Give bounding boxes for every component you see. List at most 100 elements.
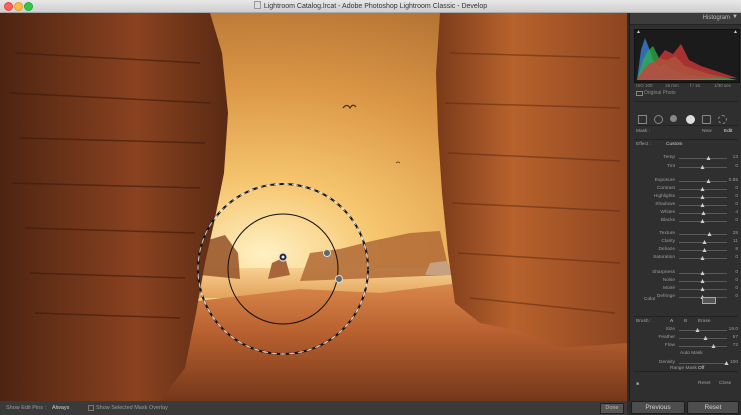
slider-whites[interactable]: Whites 4: [630, 209, 741, 217]
brush-a-button[interactable]: A: [670, 319, 673, 324]
feather-value[interactable]: 57: [733, 335, 738, 340]
show-overlay-checkbox[interactable]: [88, 405, 94, 411]
slider-value[interactable]: 0: [735, 186, 738, 191]
feather-slider[interactable]: Feather 57: [630, 334, 741, 342]
slider-value[interactable]: 0: [735, 270, 738, 275]
slider-thumb[interactable]: [702, 240, 707, 244]
slider-value[interactable]: 0: [735, 278, 738, 283]
slider-value[interactable]: 0: [735, 202, 738, 207]
slider-value[interactable]: 0: [735, 255, 738, 260]
graduated-filter-tool-icon[interactable]: [702, 115, 711, 124]
slider-moir[interactable]: Moiré 0: [630, 285, 741, 293]
original-photo-checkbox[interactable]: [636, 91, 643, 96]
flow-value[interactable]: 72: [733, 343, 738, 348]
slider-exposure[interactable]: Exposure 0.85: [630, 177, 741, 185]
red-eye-tool-icon[interactable]: [670, 115, 677, 122]
slider-track[interactable]: [679, 195, 727, 199]
adjustment-brush-tool-icon[interactable]: [686, 115, 695, 124]
size-slider[interactable]: Size 19.0: [630, 326, 741, 334]
slider-saturation[interactable]: Saturation 0: [630, 254, 741, 262]
range-mask-dropdown[interactable]: Off: [698, 366, 704, 371]
mask-pin-icon[interactable]: [323, 249, 331, 257]
density-value[interactable]: 100: [730, 360, 738, 365]
photo-canvas[interactable]: [0, 13, 627, 401]
slider-value[interactable]: 0: [735, 164, 738, 169]
color-swatch[interactable]: [702, 297, 716, 304]
size-value[interactable]: 19.0: [729, 327, 738, 332]
slider-value[interactable]: 11: [733, 239, 738, 244]
slider-temp[interactable]: Temp 13: [630, 154, 741, 162]
slider-clarity[interactable]: Clarity 11: [630, 238, 741, 246]
density-thumb[interactable]: [724, 361, 729, 365]
slider-track[interactable]: [679, 187, 727, 191]
mask-new-button[interactable]: New: [702, 129, 712, 134]
slider-track[interactable]: [679, 211, 727, 215]
slider-value[interactable]: 8: [735, 247, 738, 252]
flow-slider[interactable]: Flow 72: [630, 342, 741, 350]
slider-track[interactable]: [679, 219, 727, 223]
slider-thumb[interactable]: [700, 271, 705, 275]
slider-track[interactable]: [679, 279, 727, 283]
brush-erase-button[interactable]: Erase: [698, 319, 711, 324]
slider-thumb[interactable]: [706, 156, 711, 160]
slider-sharpness[interactable]: Sharpness 0: [630, 269, 741, 277]
slider-value[interactable]: 4: [735, 210, 738, 215]
brush-b-button[interactable]: B: [684, 319, 687, 324]
slider-value[interactable]: 0: [735, 294, 738, 299]
slider-track[interactable]: [679, 156, 727, 160]
collapse-triangle-icon[interactable]: ▼: [732, 14, 738, 20]
radial-filter-tool-icon[interactable]: [718, 115, 727, 124]
slider-track[interactable]: [679, 256, 727, 260]
show-edit-pins-dropdown[interactable]: Always: [52, 405, 69, 411]
slider-thumb[interactable]: [702, 248, 707, 252]
slider-track[interactable]: [679, 179, 727, 183]
done-button[interactable]: Done: [600, 403, 624, 414]
effect-dropdown[interactable]: Custom: [666, 142, 683, 147]
slider-contrast[interactable]: Contrast 0: [630, 185, 741, 193]
highlight-clipping-icon[interactable]: ▲: [733, 29, 738, 35]
panel-close-button[interactable]: Close: [719, 381, 731, 386]
slider-track[interactable]: [679, 232, 727, 236]
photo-viewer[interactable]: [0, 13, 627, 401]
crop-tool-icon[interactable]: [638, 115, 647, 124]
slider-value[interactable]: 13: [733, 155, 738, 160]
slider-track[interactable]: [679, 203, 727, 207]
slider-track[interactable]: [679, 248, 727, 252]
mask-pin-icon[interactable]: [335, 275, 343, 283]
auto-mask-checkbox[interactable]: Auto Mask: [680, 351, 703, 356]
slider-thumb[interactable]: [701, 211, 706, 215]
flow-thumb[interactable]: [711, 344, 716, 348]
slider-track[interactable]: [679, 240, 727, 244]
shadow-clipping-icon[interactable]: ▲: [636, 29, 641, 35]
slider-thumb[interactable]: [707, 232, 712, 236]
slider-track[interactable]: [679, 165, 727, 169]
slider-noise[interactable]: Noise 0: [630, 277, 741, 285]
slider-track[interactable]: [679, 287, 727, 291]
slider-thumb[interactable]: [700, 256, 705, 260]
slider-value[interactable]: 28: [733, 231, 738, 236]
slider-dehaze[interactable]: Dehaze 8: [630, 246, 741, 254]
slider-thumb[interactable]: [700, 187, 705, 191]
slider-highlights[interactable]: Highlights 0: [630, 193, 741, 201]
panel-toggle-icon[interactable]: ■: [636, 381, 639, 387]
mask-edit-button[interactable]: Edit: [724, 129, 732, 134]
slider-blacks[interactable]: Blacks 0: [630, 217, 741, 225]
slider-thumb[interactable]: [700, 287, 705, 291]
slider-thumb[interactable]: [700, 279, 705, 283]
slider-texture[interactable]: Texture 28: [630, 230, 741, 238]
slider-thumb[interactable]: [700, 165, 705, 169]
slider-value[interactable]: 0.85: [729, 178, 738, 183]
slider-track[interactable]: [679, 271, 727, 275]
slider-value[interactable]: 0: [735, 286, 738, 291]
slider-thumb[interactable]: [706, 179, 711, 183]
slider-tint[interactable]: Tint 0: [630, 163, 741, 171]
slider-value[interactable]: 0: [735, 194, 738, 199]
slider-thumb[interactable]: [700, 203, 705, 207]
slider-thumb[interactable]: [700, 195, 705, 199]
slider-value[interactable]: 0: [735, 218, 738, 223]
feather-thumb[interactable]: [703, 336, 708, 340]
reset-button[interactable]: Reset: [687, 401, 739, 414]
size-thumb[interactable]: [695, 328, 700, 332]
panel-reset-button[interactable]: Reset: [698, 381, 711, 386]
histogram-header[interactable]: Histogram ▼: [630, 13, 741, 25]
